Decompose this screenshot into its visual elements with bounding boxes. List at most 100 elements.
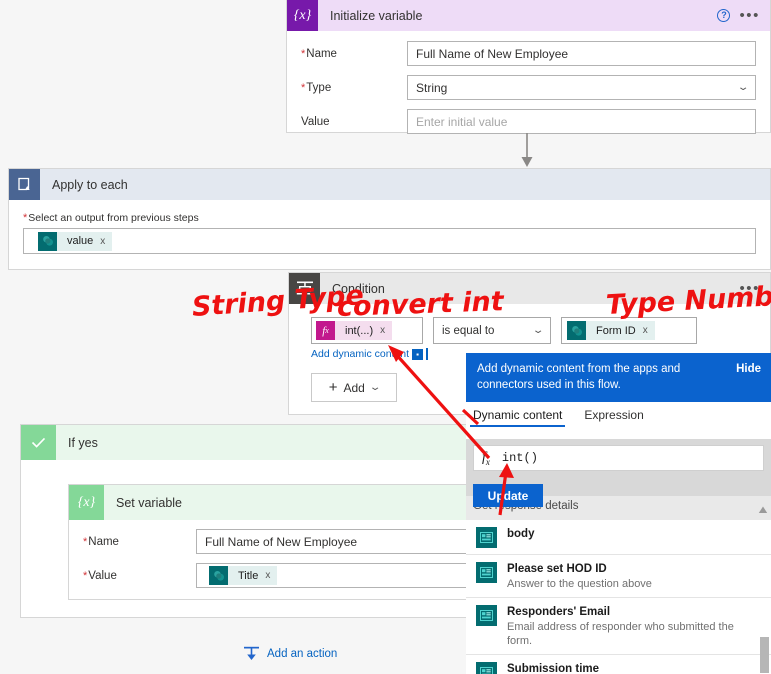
tooltip-hide-button[interactable]: Hide: [730, 361, 761, 377]
sharepoint-icon: [38, 231, 57, 251]
add-button-label: Add: [343, 380, 365, 395]
forms-icon: [476, 527, 497, 548]
loop-icon: [9, 169, 40, 200]
forms-icon: [476, 662, 497, 674]
required-asterisk: *: [23, 212, 28, 224]
vertical-scrollbar-thumb[interactable]: [760, 637, 769, 673]
variable-braces-icon: {x}: [69, 485, 104, 520]
chevron-down-icon: ⌄: [736, 82, 750, 93]
required-asterisk: *: [83, 569, 88, 582]
dynamic-token-value[interactable]: value x: [38, 231, 113, 251]
help-icon[interactable]: ?: [717, 9, 731, 22]
add-dynamic-content-badge-icon: ▪: [412, 348, 424, 360]
loop-icon-svg: [18, 177, 30, 191]
apply-to-each-title: Apply to each: [52, 177, 128, 192]
check-glyph: [31, 437, 46, 448]
add-dynamic-content-label: Add dynamic content: [311, 348, 410, 360]
tab-dynamic-content[interactable]: Dynamic content: [469, 408, 566, 427]
expression-token-int[interactable]: fx int(...) x: [316, 321, 393, 340]
list-item-title: Responders' Email: [507, 606, 611, 618]
tab-expression[interactable]: Expression: [584, 408, 643, 427]
field-row-name: *Name Full Name of New Employee: [301, 41, 756, 66]
name-label: *Name: [301, 47, 337, 60]
close-icon[interactable]: x: [643, 325, 655, 336]
value-label: *Value: [83, 569, 117, 582]
sharepoint-glyph: [571, 325, 582, 336]
tooltip-beak-icon: [457, 365, 466, 383]
token-label: Form ID: [596, 324, 636, 337]
dynamic-content-tabs: Dynamic content Expression: [466, 408, 771, 436]
apply-to-each-header[interactable]: Apply to each: [9, 169, 770, 200]
dynamic-token-form-id[interactable]: Form ID x: [567, 321, 655, 340]
initialize-variable-title: Initialize variable: [330, 8, 423, 23]
list-item-subtitle: Email address of responder who submitted…: [507, 621, 734, 647]
forms-glyph: [480, 667, 493, 674]
add-action-icon: [244, 646, 259, 660]
if-yes-header: If yes: [21, 425, 499, 460]
list-item[interactable]: body: [466, 520, 771, 555]
add-an-action-label: Add an action: [267, 647, 338, 660]
if-yes-branch-card: If yes {x} Set variable *Name Full Name …: [20, 424, 568, 618]
field-row-type: *Type String ⌄: [301, 75, 756, 100]
type-select-value: String: [416, 80, 448, 95]
flow-designer-canvas: {x} Initialize variable ? ••• *Name Full…: [0, 0, 771, 674]
list-item-title: Submission time: [507, 663, 600, 674]
chevron-down-icon: ⌄: [531, 325, 545, 336]
variable-braces-icon: {x}: [287, 0, 318, 31]
check-icon: [21, 425, 56, 460]
field-row-value: Value Enter initial value: [301, 109, 756, 134]
initialize-variable-header-actions: ? •••: [717, 8, 770, 23]
plus-icon: +: [328, 379, 338, 396]
close-icon[interactable]: x: [265, 570, 277, 581]
name-label: *Name: [83, 535, 119, 548]
list-item-text: body: [507, 527, 761, 541]
close-icon[interactable]: x: [100, 236, 112, 247]
initialize-variable-body: *Name Full Name of New Employee *Type St…: [287, 31, 770, 146]
dynamic-token-title[interactable]: Title x: [209, 566, 278, 585]
list-item-title: Please set HOD ID: [507, 563, 607, 575]
forms-icon: [476, 562, 497, 583]
update-button[interactable]: Update: [473, 484, 543, 507]
apply-to-each-card: Apply to each *Select an output from pre…: [8, 168, 771, 270]
required-asterisk: *: [83, 535, 88, 548]
name-input[interactable]: Full Name of New Employee: [407, 41, 756, 66]
sharepoint-icon: [209, 566, 228, 585]
text-cursor-icon: [426, 348, 429, 360]
scroll-up-arrow-icon[interactable]: [758, 505, 768, 515]
add-dynamic-content-link[interactable]: Add dynamic content ▪: [311, 348, 429, 360]
apply-to-each-body: *Select an output from previous steps va…: [9, 200, 770, 254]
token-label: Title: [238, 569, 259, 582]
token-label: value: [67, 235, 94, 247]
initialize-variable-header[interactable]: {x} Initialize variable ? •••: [287, 0, 770, 31]
forms-glyph: [480, 610, 493, 621]
expression-input[interactable]: fx int(): [473, 445, 764, 471]
add-button[interactable]: + Add ⌄: [311, 373, 397, 402]
list-item[interactable]: Responders' Email Email address of respo…: [466, 598, 771, 655]
list-item[interactable]: Please set HOD ID Answer to the question…: [466, 555, 771, 598]
dynamic-content-list[interactable]: body Please set HOD ID Answer to the que…: [466, 520, 771, 674]
type-label: *Type: [301, 81, 332, 94]
token-label: int(...): [345, 324, 374, 337]
fx-icon: fx: [482, 449, 490, 467]
condition-right-operand[interactable]: Form ID x: [561, 317, 697, 344]
value-label: Value: [301, 115, 330, 128]
fx-icon: fx: [316, 321, 335, 340]
chevron-down-icon: ⌄: [368, 382, 382, 393]
operator-value: is equal to: [442, 324, 495, 337]
dynamic-content-panel: Add dynamic content from the apps and co…: [457, 353, 771, 674]
condition-operator-select[interactable]: is equal to ⌄: [433, 317, 551, 344]
annotation-convert-int: convert int: [336, 286, 505, 323]
flow-connector-arrow: [521, 133, 533, 167]
select-output-input[interactable]: value x: [23, 228, 756, 254]
list-item-text: Responders' Email Email address of respo…: [507, 605, 761, 648]
sharepoint-glyph: [42, 236, 53, 246]
sharepoint-glyph: [213, 570, 224, 581]
list-item[interactable]: Submission time Timestamp when a new res…: [466, 655, 771, 674]
dynamic-content-tooltip: Add dynamic content from the apps and co…: [457, 353, 771, 402]
more-options-icon[interactable]: •••: [739, 8, 760, 23]
expression-value: int(): [501, 451, 538, 465]
type-select[interactable]: String ⌄: [407, 75, 756, 100]
close-icon[interactable]: x: [380, 325, 392, 336]
add-an-action-button[interactable]: Add an action: [243, 645, 337, 662]
value-input[interactable]: Enter initial value: [407, 109, 756, 134]
